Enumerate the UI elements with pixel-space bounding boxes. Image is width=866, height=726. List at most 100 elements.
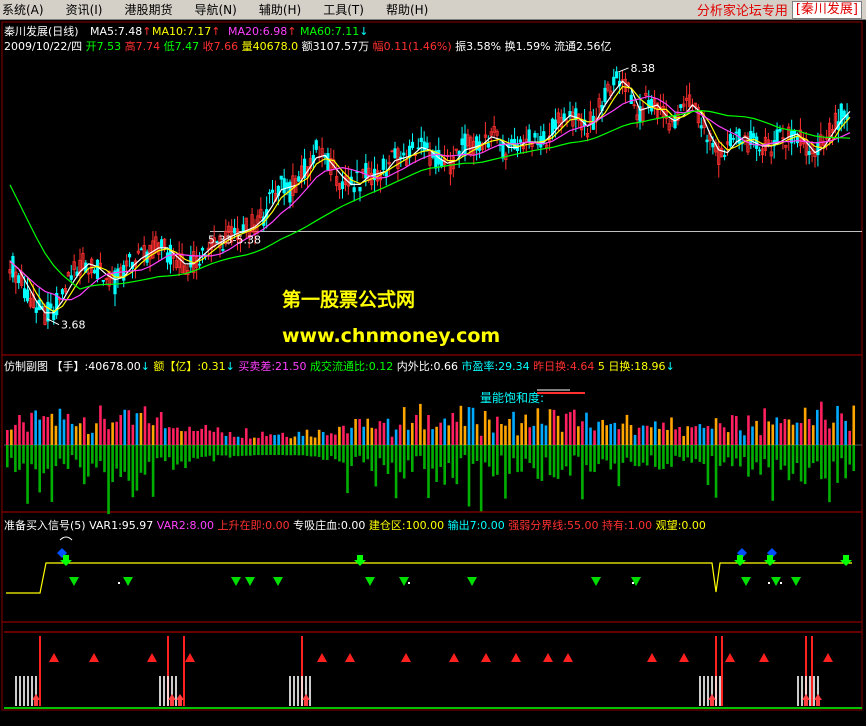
sub1-bar-up (261, 431, 264, 445)
candle-body (92, 269, 97, 274)
candle-body (139, 248, 143, 251)
sub1-bar-up (739, 430, 742, 445)
candle-body (731, 137, 735, 140)
sub1-bar-up (702, 427, 706, 445)
sub1-bar-down (398, 445, 402, 473)
sub2-value-5: :0.00 (477, 519, 505, 532)
sub1-bar-up (180, 431, 183, 445)
sub3-triangle-7 (449, 653, 459, 662)
candle-body (232, 227, 237, 234)
sub1-bar-down (208, 445, 212, 456)
ohlc-label-5: 额 (298, 40, 313, 53)
sub1-bar-up (18, 414, 21, 445)
sub1-label-1: 额【亿】 (150, 360, 198, 373)
sub1-bar-down (168, 445, 171, 458)
candle-body (340, 181, 345, 190)
ma-label-1: MA10: (152, 25, 187, 38)
sub1-bar-up (568, 412, 572, 445)
sub2-title: 准备买入信号(5) (4, 518, 86, 532)
sub2-label-4: 建仓区 (365, 518, 402, 532)
sub3-triangle-15 (759, 653, 769, 662)
sub1-bar-down (155, 445, 159, 459)
signal-down-arrow-3 (764, 555, 776, 566)
candle-body (699, 125, 703, 129)
sub1-bar-up (273, 435, 276, 445)
sub1-bar-down (236, 445, 240, 457)
sub1-bar-up (751, 426, 754, 445)
sub1-value-1: :0.31 (197, 360, 225, 373)
sub1-bar-up (439, 422, 442, 445)
menu-item-4[interactable]: 辅助(H) (248, 0, 312, 20)
stock-chart[interactable]: 秦川发展(日线) MA5:7.48↑ MA10:7.17↑ MA20:6.98↑ MA6… (0, 20, 866, 726)
sub1-bar-down (787, 445, 791, 481)
sub1-bar-down (629, 445, 633, 462)
sub1-bar-down (730, 445, 734, 467)
sub1-bar-down (216, 445, 220, 456)
sub2-label-2: 上升在即 (214, 519, 262, 532)
sub1-value-6: :4.64 (566, 360, 594, 373)
sub1-bar-up (447, 425, 451, 445)
watermark-url: www.chnmoney.com (282, 325, 500, 347)
menu-item-2[interactable]: 港股期货 (113, 0, 183, 20)
sub1-bar-up (678, 427, 681, 445)
sub1-bar-down (463, 445, 467, 456)
candle-body (734, 131, 738, 134)
sub1-bar-down (415, 445, 418, 457)
sub1-bar-down (354, 445, 357, 457)
sub1-label-7: 5 日换 (594, 359, 630, 373)
sub1-bar-up (666, 429, 669, 445)
sub3-triangle-12 (647, 653, 657, 662)
sub1-bar-up (346, 433, 349, 445)
sub1-bar-down (544, 445, 548, 458)
sub1-bar-down (609, 445, 613, 470)
sub1-bar-down (500, 445, 503, 456)
candle-body (165, 252, 170, 263)
sub1-bar-up (285, 436, 289, 445)
signal-down-arrow-4 (840, 555, 852, 566)
menu-item-1[interactable]: 资讯(I) (55, 0, 114, 20)
sub1-bar-up (463, 425, 467, 445)
sub1-value-0: :40678.00 (85, 360, 141, 373)
info-row: MA10:7.17↑ (152, 25, 220, 38)
sub1-label-3: 成交流通比 (307, 359, 366, 373)
sub1-bar-down (188, 445, 191, 462)
menu-item-6[interactable]: 帮助(H) (375, 0, 439, 20)
sub1-bar-down (297, 445, 301, 456)
sub1-bar-down (325, 445, 329, 460)
stock-name-box[interactable]: [秦川发展] (791, 0, 862, 19)
sub2-label-3: 专吸庄血 (290, 518, 338, 532)
menu-item-5[interactable]: 工具(T) (312, 0, 375, 20)
signal-dot-1 (408, 582, 410, 584)
sub1-bar-down (625, 445, 629, 458)
sub1-bar-down (552, 445, 556, 478)
sub1-bar-down (487, 445, 491, 467)
sub1-value-3: :0.12 (365, 360, 393, 373)
sub1-bar-up (747, 415, 750, 445)
candle-body (267, 192, 272, 195)
sub1-bar-up (775, 417, 779, 445)
sub1-label-5: 市盈率 (458, 359, 495, 373)
sub1-bar-down (459, 445, 463, 459)
sub1-bar-down (771, 445, 775, 501)
ohlc-label-1: 高 (121, 39, 136, 53)
sub1-bar-down (321, 445, 325, 460)
ma-arrow-0: ↑ (142, 25, 151, 38)
watermark-title: 第一股票公式网 (282, 288, 415, 311)
sub3-up-arrow-4 (708, 694, 716, 706)
sub1-bar-down (678, 445, 681, 458)
sub1-bar-up (682, 435, 685, 445)
sub1-bar-down (111, 445, 114, 483)
menu-item-0[interactable]: 系统(A) (0, 0, 55, 20)
sub1-bar-down (577, 445, 580, 457)
menu-item-3[interactable]: 导航(N) (184, 0, 248, 20)
signal-dot-2 (632, 582, 634, 584)
sub1-bar-down (824, 445, 827, 479)
sub1-bar-down (273, 445, 276, 456)
sub1-bar-down (816, 445, 819, 462)
sub1-bar-down (277, 445, 280, 456)
sub1-bar-up (427, 414, 430, 445)
sub1-bar-up (706, 426, 710, 445)
sub3-triangle-10 (543, 653, 553, 662)
sub1-bar-up (208, 430, 212, 445)
sub1-bar-down (654, 445, 657, 467)
